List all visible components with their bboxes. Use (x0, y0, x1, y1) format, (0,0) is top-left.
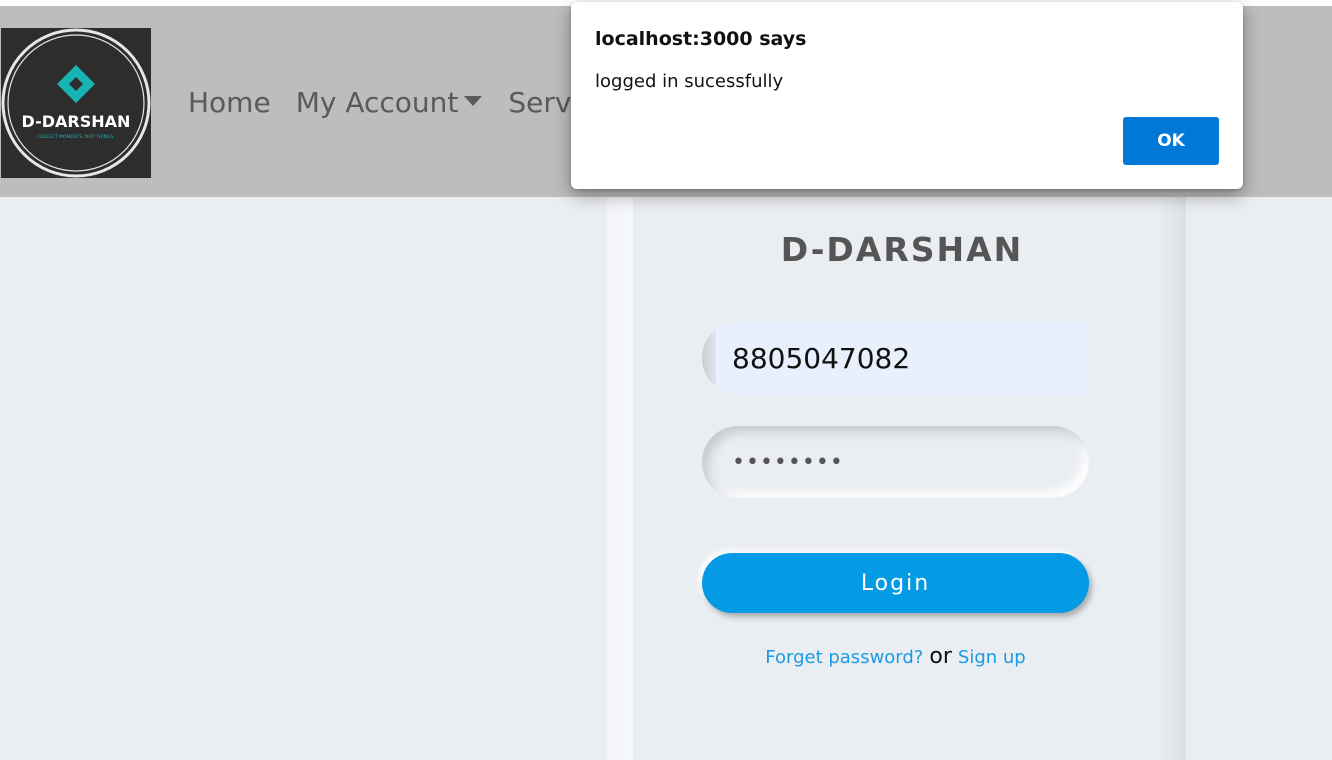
logo-emblem-icon: D-DARSHAN COLLECT MOMENTS, NOT THINGS. (1, 28, 151, 178)
nav-my-account-label: My Account (295, 86, 459, 119)
nav-links: Home My Account Servic (188, 86, 595, 119)
forget-password-link[interactable]: Forget password? (765, 647, 923, 668)
login-button[interactable]: Login (702, 553, 1089, 613)
dialog-ok-button[interactable]: OK (1123, 117, 1219, 165)
phone-input[interactable] (716, 322, 1089, 394)
login-card: D-DARSHAN Login Forget password? or Sign u… (633, 197, 1158, 760)
dialog-message: logged in sucessfully (595, 71, 784, 92)
account-links: Forget password? or Sign up (633, 644, 1158, 669)
sign-up-link[interactable]: Sign up (958, 647, 1026, 668)
login-card-title: D-DARSHAN (780, 230, 1024, 269)
dialog-title: localhost:3000 says (595, 28, 807, 50)
logo-tagline-text: COLLECT MOMENTS, NOT THINGS. (37, 134, 115, 140)
brand-logo[interactable]: D-DARSHAN COLLECT MOMENTS, NOT THINGS. (1, 28, 151, 178)
password-input[interactable] (702, 426, 1089, 498)
password-field (702, 426, 1089, 498)
caret-down-icon (464, 95, 483, 106)
logo-brand-text: D-DARSHAN (22, 112, 131, 131)
or-separator: or (929, 644, 952, 669)
alert-dialog: localhost:3000 says logged in sucessfull… (571, 2, 1243, 189)
phone-field (702, 322, 1089, 394)
nav-my-account-dropdown[interactable]: My Account (296, 86, 483, 119)
nav-home-link[interactable]: Home (188, 86, 271, 119)
